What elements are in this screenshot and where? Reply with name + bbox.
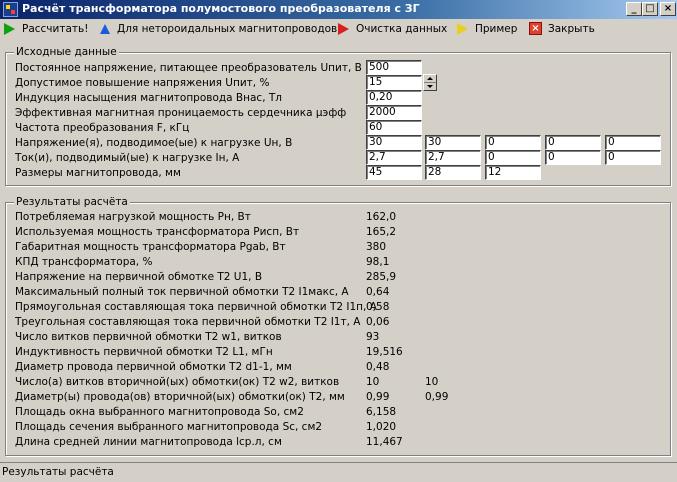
load-current-input-1[interactable]: 2,7 bbox=[366, 150, 422, 165]
result-value: 0,58 bbox=[366, 301, 390, 313]
input-label-core-dimensions: Размеры магнитопровода, мм bbox=[15, 167, 181, 179]
result-value: 165,2 bbox=[366, 226, 397, 238]
load-voltage-input-5[interactable]: 0 bbox=[605, 135, 661, 150]
result-value: 0,48 bbox=[366, 361, 390, 373]
input-label-supply-voltage: Постоянное напряжение, питающее преобраз… bbox=[15, 62, 362, 74]
result-value: 0,64 bbox=[366, 286, 390, 298]
frequency-input[interactable]: 60 bbox=[366, 120, 422, 135]
result-label: Напряжение на первичной обмотке Т2 U1, В bbox=[15, 271, 263, 283]
result-value: 0,99 bbox=[366, 391, 390, 403]
load-voltage-input-3[interactable]: 0 bbox=[485, 135, 541, 150]
result-label: Длина средней линии магнитопровода lср.л… bbox=[15, 436, 282, 448]
input-label-overvoltage: Допустимое повышение напряжения Uпит, % bbox=[15, 77, 270, 89]
toolbar: Рассчитать! Для нетороидальных магнитопр… bbox=[0, 19, 677, 39]
calculate-label: Рассчитать! bbox=[22, 23, 89, 35]
load-voltage-input-2[interactable]: 30 bbox=[425, 135, 481, 150]
result-value-2: 10 bbox=[425, 376, 439, 388]
red-arrow-icon bbox=[336, 22, 352, 36]
example-label: Пример bbox=[475, 23, 518, 35]
input-label-frequency: Частота преобразования F, кГц bbox=[15, 122, 190, 134]
input-label-load-current: Ток(и), подводимый(ые) к нагрузке Iн, А bbox=[15, 152, 240, 164]
toroidal-label: Для нетороидальных магнитопроводов bbox=[117, 23, 338, 35]
core-dimension-input-2[interactable]: 28 bbox=[425, 165, 481, 180]
result-value: 162,0 bbox=[366, 211, 397, 223]
result-label: Габаритная мощность трансформатора Рgab,… bbox=[15, 241, 286, 253]
spin-down-icon[interactable] bbox=[427, 85, 433, 88]
result-label: Диаметр(ы) провода(ов) вторичной(ых) обм… bbox=[15, 391, 345, 403]
input-label-permeability: Эффективная магнитная проницаемость серд… bbox=[15, 107, 347, 119]
app-icon bbox=[3, 2, 18, 17]
result-label: Площадь сечения выбранного магнитопровод… bbox=[15, 421, 323, 433]
load-current-input-5[interactable]: 0 bbox=[605, 150, 661, 165]
result-value: 285,9 bbox=[366, 271, 397, 283]
result-label: Индуктивность первичной обмотки Т2 L1, м… bbox=[15, 346, 273, 358]
core-dimension-input-3[interactable]: 12 bbox=[485, 165, 541, 180]
results-group-title: Результаты расчёта bbox=[14, 196, 130, 208]
input-group-title: Исходные данные bbox=[14, 46, 119, 58]
title-bar[interactable]: Расчёт трансформатора полумостового прео… bbox=[0, 0, 677, 19]
result-value-2: 0,99 bbox=[425, 391, 449, 403]
result-label: Площадь окна выбранного магнитопровода S… bbox=[15, 406, 304, 418]
load-current-input-4[interactable]: 0 bbox=[545, 150, 601, 165]
close-window-button[interactable]: × bbox=[660, 2, 676, 16]
result-label: Используемая мощность трансформатора Рис… bbox=[15, 226, 300, 238]
clear-data-button[interactable]: Очистка данных bbox=[336, 21, 447, 37]
close-label: Закрыть bbox=[548, 23, 595, 35]
red-x-icon: × bbox=[528, 22, 544, 36]
input-label-load-voltage: Напряжение(я), подводимое(ые) к нагрузке… bbox=[15, 137, 293, 149]
clear-data-label: Очистка данных bbox=[356, 23, 448, 35]
load-voltage-input-1[interactable]: 30 bbox=[366, 135, 422, 150]
overvoltage-spinner[interactable] bbox=[423, 74, 437, 91]
supply-voltage-input[interactable]: 500 bbox=[366, 60, 422, 75]
result-value: 19,516 bbox=[366, 346, 403, 358]
result-value: 93 bbox=[366, 331, 380, 343]
result-label: КПД трансформатора, % bbox=[15, 256, 153, 268]
spin-up-icon[interactable] bbox=[427, 77, 433, 80]
result-label: Число(а) витков вторичной(ых) обмотки(ок… bbox=[15, 376, 340, 388]
result-label: Диаметр провода первичной обмотки Т2 d1-… bbox=[15, 361, 292, 373]
blue-up-arrow-icon bbox=[97, 22, 113, 36]
status-bar: Результаты расчёта bbox=[0, 462, 677, 482]
result-value: 6,158 bbox=[366, 406, 397, 418]
overvoltage-input[interactable]: 15 bbox=[366, 75, 422, 90]
yellow-arrow-icon bbox=[455, 22, 471, 36]
maximize-button[interactable]: □ bbox=[642, 2, 658, 16]
window-title: Расчёт трансформатора полумостового прео… bbox=[22, 2, 420, 15]
result-value: 11,467 bbox=[366, 436, 403, 448]
green-arrow-icon bbox=[2, 22, 18, 36]
saturation-input[interactable]: 0,20 bbox=[366, 90, 422, 105]
result-value: 1,020 bbox=[366, 421, 397, 433]
result-label: Треугольная составляющая тока первичной … bbox=[15, 316, 361, 328]
toroidal-button[interactable]: Для нетороидальных магнитопроводов bbox=[97, 21, 337, 37]
permeability-input[interactable]: 2000 bbox=[366, 105, 422, 120]
result-label: Максимальный полный ток первичной обмотк… bbox=[15, 286, 349, 298]
input-label-saturation: Индукция насыщения магнитопровода Внас, … bbox=[15, 92, 282, 104]
example-button[interactable]: Пример bbox=[455, 21, 517, 37]
result-value: 380 bbox=[366, 241, 387, 253]
load-current-input-2[interactable]: 2,7 bbox=[425, 150, 481, 165]
load-current-input-3[interactable]: 0 bbox=[485, 150, 541, 165]
result-label: Прямоугольная составляющая тока первично… bbox=[15, 301, 377, 313]
calculate-button[interactable]: Рассчитать! bbox=[2, 21, 88, 37]
result-label: Число витков первичной обмотки Т2 w1, ви… bbox=[15, 331, 282, 343]
core-dimension-input-1[interactable]: 45 bbox=[366, 165, 422, 180]
minimize-button[interactable]: _ bbox=[626, 2, 642, 16]
result-label: Потребляемая нагрузкой мощность Рн, Вт bbox=[15, 211, 251, 223]
load-voltage-input-4[interactable]: 0 bbox=[545, 135, 601, 150]
result-value: 0,06 bbox=[366, 316, 390, 328]
status-text: Результаты расчёта bbox=[2, 466, 114, 478]
close-button[interactable]: × Закрыть bbox=[528, 21, 595, 37]
result-value: 10 bbox=[366, 376, 380, 388]
result-value: 98,1 bbox=[366, 256, 390, 268]
